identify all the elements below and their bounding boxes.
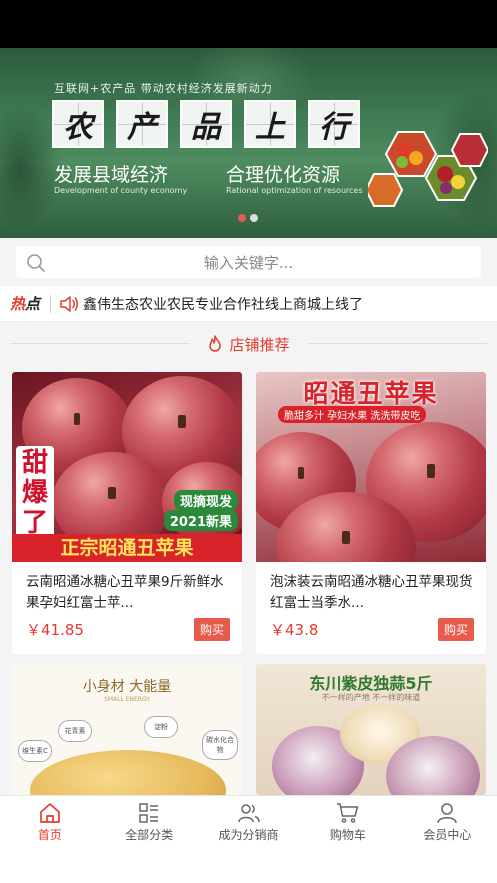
image-bubble: 碳水化合物	[202, 730, 238, 760]
banner-title-char: 农	[52, 100, 104, 148]
image-title-text: 东川紫皮独蒜5斤	[309, 674, 433, 693]
category-icon	[139, 803, 159, 823]
nav-label: 首页	[37, 828, 62, 842]
image-subtitle: SMALL ENERGY	[104, 696, 150, 703]
divider	[10, 343, 190, 344]
search-bar: 输入关键字...	[0, 238, 497, 286]
nav-cart[interactable]: 购物车	[298, 796, 397, 849]
banner-slogan-right: 合理优化资源	[226, 164, 341, 186]
image-badge: 2021新果	[163, 510, 238, 531]
promo-banner[interactable]: 互联网+农产品 带动农村经济发展新动力 农 产 品 上 行 发展县域经济 Dev…	[0, 48, 497, 238]
nav-member[interactable]: 会员中心	[398, 796, 497, 849]
banner-slogan-left: 发展县域经济	[54, 164, 169, 186]
banner-slogan-left-en: Development of county economy	[54, 186, 188, 195]
image-side-text: 甜爆了	[16, 446, 54, 540]
divider	[307, 343, 487, 344]
image-bubble: 淀粉	[144, 716, 178, 738]
product-image[interactable]: 东川紫皮独蒜5斤 不一样的产地 不一样的味道	[256, 664, 486, 795]
product-card[interactable]: 小身材 大能量 SMALL ENERGY 维生素C 花青素 淀粉 碳水化合物	[12, 664, 242, 795]
image-bubble: 维生素C	[18, 740, 52, 762]
product-card[interactable]: 甜爆了 现摘现发 2021新果 正宗昭通丑苹果 云南昭通冰糖心丑苹果9斤新鲜水果…	[12, 372, 242, 654]
section-header: 店铺推荐	[0, 322, 497, 366]
pagination-dot[interactable]	[250, 214, 258, 222]
nav-label: 全部分类	[125, 828, 174, 842]
price-row: ￥43.8 购买	[256, 618, 486, 641]
member-icon	[437, 803, 458, 824]
nav-label: 会员中心	[423, 828, 472, 842]
image-subtitle: 不一样的产地 不一样的味道	[321, 693, 421, 702]
product-card[interactable]: 昭通丑苹果 脆甜多汁 孕妇水果 洗洗带皮吃 泡沫装云南昭通冰糖心丑苹果现货红富士…	[256, 372, 486, 654]
distributor-icon	[237, 804, 260, 823]
image-title-text: 昭通丑苹果	[303, 379, 439, 408]
banner-title-char: 行	[308, 100, 360, 148]
status-bar	[0, 0, 497, 48]
search-placeholder: 输入关键字...	[203, 253, 294, 272]
buy-button[interactable]: 购买	[437, 618, 474, 641]
pagination-dot-active[interactable]	[238, 214, 246, 222]
banner-subtitle: 互联网+农产品 带动农村经济发展新动力	[54, 82, 273, 95]
product-image[interactable]: 甜爆了 现摘现发 2021新果 正宗昭通丑苹果	[12, 372, 242, 562]
product-name[interactable]: 云南昭通冰糖心丑苹果9斤新鲜水果孕妇红富士苹...	[12, 562, 242, 614]
divider	[50, 294, 52, 313]
flame-icon	[209, 335, 222, 352]
product-image[interactable]: 昭通丑苹果 脆甜多汁 孕妇水果 洗洗带皮吃	[256, 372, 486, 562]
image-badge: 现摘现发	[173, 490, 238, 511]
product-image[interactable]: 小身材 大能量 SMALL ENERGY 维生素C 花青素 淀粉 碳水化合物	[12, 664, 242, 795]
product-name[interactable]: 泡沫装云南昭通冰糖心丑苹果现货红富士当季水...	[256, 562, 486, 614]
speaker-icon	[60, 295, 79, 312]
nav-label: 成为分销商	[218, 828, 279, 842]
nav-label: 购物车	[329, 828, 366, 842]
search-icon	[27, 254, 45, 272]
image-bubble: 花青素	[58, 720, 92, 742]
nav-distributor[interactable]: 成为分销商	[199, 796, 298, 849]
banner-title: 农 产 品 上 行	[52, 100, 360, 148]
bottom-nav: 首页 全部分类 成为分销商 购物车 会员中心	[0, 795, 497, 849]
nav-home[interactable]: 首页	[0, 796, 99, 849]
banner-title-char: 上	[244, 100, 296, 148]
search-input[interactable]: 输入关键字...	[16, 246, 481, 278]
product-price: ￥43.8	[270, 621, 319, 639]
home-indicator-area	[0, 849, 497, 883]
banner-title-char: 产	[116, 100, 168, 148]
banner-pagination	[238, 214, 258, 222]
banner-slogan-right-en: Rational optimization of resources	[226, 186, 363, 195]
potato-image	[30, 750, 226, 795]
hot-news-text[interactable]: 鑫伟生态农业农民专业合作社线上商城上线了	[83, 294, 363, 314]
image-footer-text: 正宗昭通丑苹果	[12, 534, 242, 562]
nav-categories[interactable]: 全部分类	[99, 796, 198, 849]
produce-hexagons-image	[368, 131, 488, 207]
price-row: ￥41.85 购买	[12, 618, 242, 641]
banner-title-char: 品	[180, 100, 232, 148]
home-icon	[39, 803, 60, 823]
product-price: ￥41.85	[26, 621, 84, 639]
hot-news-bar[interactable]: 热点 鑫伟生态农业农民专业合作社线上商城上线了	[0, 286, 497, 322]
section-title: 店铺推荐	[229, 335, 290, 354]
image-tagline: 脆甜多汁 孕妇水果 洗洗带皮吃	[278, 406, 427, 423]
hot-label: 热点	[10, 295, 41, 313]
buy-button[interactable]: 购买	[193, 618, 230, 641]
cart-icon	[336, 803, 359, 823]
product-card[interactable]: 东川紫皮独蒜5斤 不一样的产地 不一样的味道	[256, 664, 486, 795]
image-title-text: 小身材 大能量	[82, 679, 172, 695]
